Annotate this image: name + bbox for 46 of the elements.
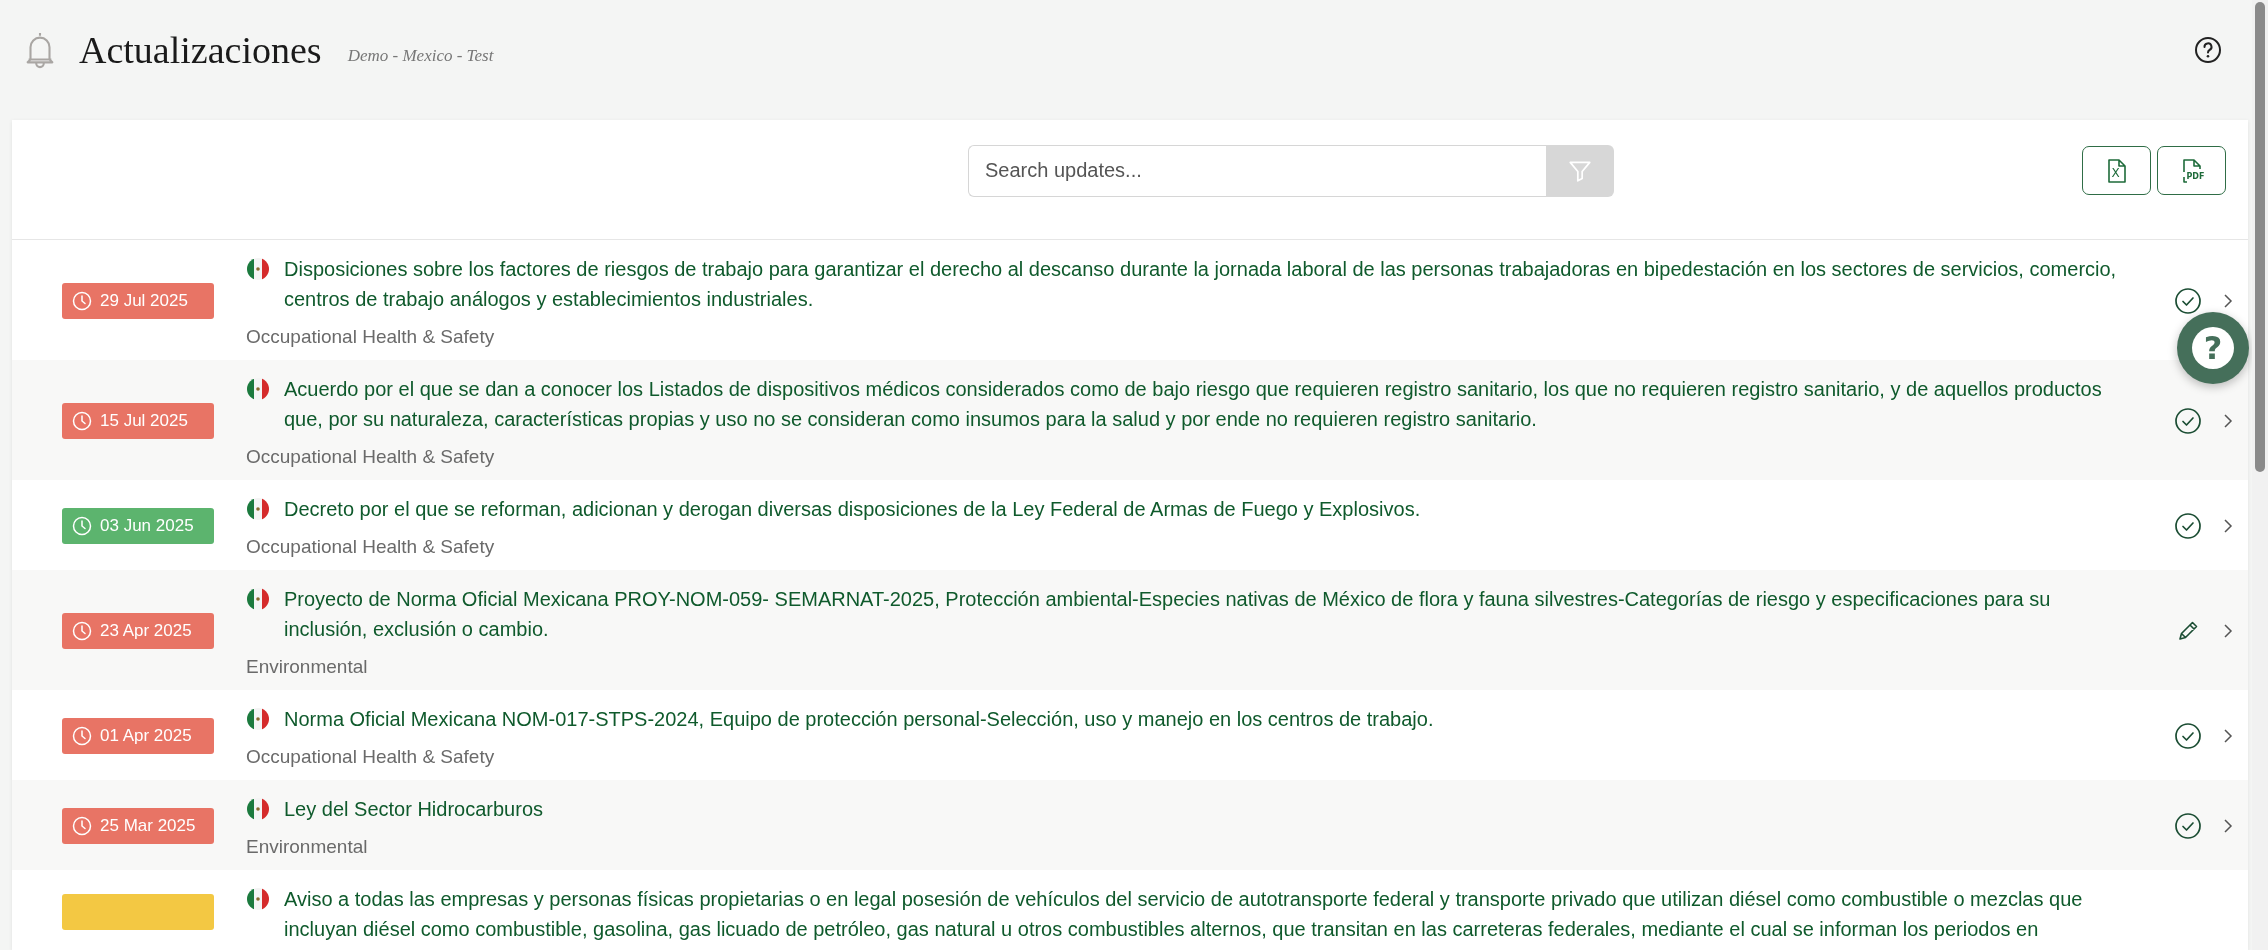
update-category: Occupational Health & Safety [246, 446, 496, 468]
mexico-flag-icon [246, 587, 270, 611]
chevron-right-icon[interactable] [2222, 728, 2234, 744]
mexico-flag-icon [246, 257, 270, 281]
chevron-right-icon[interactable] [2222, 818, 2234, 834]
mexico-flag-icon [246, 797, 270, 821]
date-badge: 03 Jun 2025 [62, 508, 214, 544]
update-title[interactable]: Acuerdo por el que se dan a conocer los Listados de dispositivos médicos considerados como de bajo riesgo que requieren registro sanitario, los que no requieren registro sanitario, y de aquellos productos que, por su naturaleza, características propias y uso no se consideran como insumos para la salud y por ende no requieren registro sanitario. [284, 374, 2118, 434]
update-title[interactable]: Ley del Sector Hidrocarburos [284, 794, 2118, 824]
file-icon [2181, 157, 2202, 184]
update-title[interactable]: Norma Oficial Mexicana NOM-017-STPS-2024, Equipo de protección personal-Selección, uso y manejo en los centros de trabajo. [284, 704, 2118, 734]
date-badge: 01 Apr 2025 [62, 718, 214, 754]
export-button[interactable]: PDF [2157, 146, 2226, 195]
date-badge: 25 Mar 2025 [62, 808, 214, 844]
update-category: Occupational Health & Safety [246, 746, 496, 768]
date-badge: 29 Jul 2025 [62, 283, 214, 319]
check-circle-icon[interactable] [2174, 722, 2202, 750]
date-badge: 15 Jul 2025 [62, 403, 214, 439]
page-title: Actualizaciones [79, 28, 322, 72]
update-category: Environmental [246, 656, 369, 678]
check-circle-icon[interactable] [2174, 407, 2202, 435]
export-button[interactable]: X [2082, 146, 2151, 195]
update-title[interactable]: Proyecto de Norma Oficial Mexicana PROY-NOM-059- SEMARNAT-2025, Protección ambiental-Especies nativas de México de flora y fauna silvestres-Categorías de riesgo y especificaciones para su inclusión, exclusión o cambio. [284, 584, 2118, 644]
file-icon [2106, 157, 2127, 184]
chevron-right-icon[interactable] [2222, 413, 2234, 429]
search-field[interactable]: Search updates... [968, 144, 1546, 197]
help-icon[interactable] [2194, 36, 2222, 64]
update-title[interactable]: Aviso a todas las empresas y personas físicas propietarias o en legal posesión de vehículos del servicio de autotransporte federal y transporte privado que utilizan diésel como combustible o mezclas que incluyan diésel como combustible, gasolina, gas licuado de petróleo, gas natural u otros combustibles alternos, que transitan en las carreteras federales, mediante el cual se informan los periodos en [284, 884, 2118, 944]
update-category: Occupational Health & Safety [246, 536, 496, 558]
update-title[interactable]: Disposiciones sobre los factores de riesgos de trabajo para garantizar el derecho al descanso durante la jornada laboral de las personas trabajadoras en bipedestación en los sectores de servicios, comercio, centros de trabajo análogos y establecimientos industriales. [284, 254, 2118, 314]
chevron-right-icon[interactable] [2222, 293, 2234, 309]
update-category: Occupational Health & Safety [246, 326, 496, 348]
update-title[interactable]: Decreto por el que se reforman, adicionan y derogan diversas disposiciones de la Ley Federal de Armas de Fuego y Explosivos. [284, 494, 2118, 524]
page-subtitle: Demo - Mexico - Test [347, 46, 494, 66]
mexico-flag-icon [246, 707, 270, 731]
chevron-right-icon[interactable] [2222, 623, 2234, 639]
update-category: Environmental [246, 836, 369, 858]
chevron-right-icon[interactable] [2222, 518, 2234, 534]
check-circle-icon[interactable] [2174, 512, 2202, 540]
mexico-flag-icon [246, 377, 270, 401]
mexico-flag-icon [246, 497, 270, 521]
date-badge: 23 Apr 2025 [62, 613, 214, 649]
check-circle-icon[interactable] [2174, 287, 2202, 315]
mexico-flag-icon [246, 887, 270, 911]
scrollbar-thumb[interactable] [2255, 2, 2265, 472]
check-circle-icon[interactable] [2174, 812, 2202, 840]
